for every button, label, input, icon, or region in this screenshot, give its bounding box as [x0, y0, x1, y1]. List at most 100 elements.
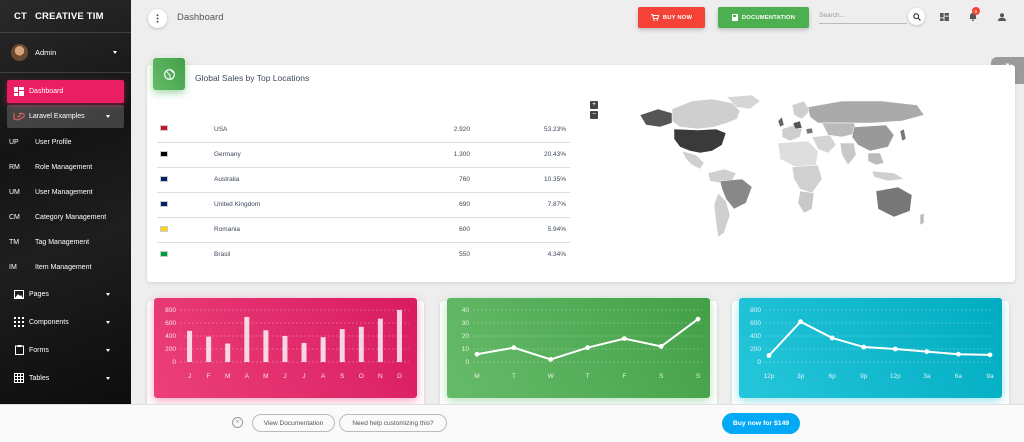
- sidebar: CT CREATIVE TIM Admin Dashboard Laravel …: [0, 0, 131, 404]
- table-row: Romania 600 5.94%: [157, 217, 570, 243]
- more-vert-icon: [156, 14, 159, 23]
- bar: [263, 330, 269, 362]
- chart-area: 0 10 20 30 40 M T W T F S S: [447, 298, 710, 398]
- sidebar-item-abbr: TM: [9, 239, 20, 246]
- logo[interactable]: CT CREATIVE TIM: [0, 0, 131, 33]
- book-icon: [731, 14, 738, 21]
- sales-cell: 550: [459, 251, 470, 259]
- sales-cell: 690: [380, 192, 470, 218]
- map-region-china: [851, 124, 895, 152]
- bar: [301, 342, 307, 362]
- dashboard-link-button[interactable]: [939, 11, 950, 22]
- caret-down-icon: [106, 320, 110, 324]
- x-tick-label: M: [474, 373, 479, 380]
- globe-icon: [163, 68, 175, 80]
- flag-icon: [160, 175, 168, 182]
- map-region-romania: [805, 127, 814, 135]
- x-tick-label: F: [622, 373, 626, 380]
- cart-icon: [650, 14, 659, 21]
- table-row: United Kingdom 690 7.87%: [157, 192, 570, 218]
- sidebar-item-label: Tables: [29, 374, 50, 382]
- logo-mini: CT: [14, 10, 28, 22]
- map-region-scandinavia: [791, 100, 811, 120]
- clipboard-icon: [7, 345, 29, 355]
- line-chart: 0 200 400 600 800 12p 3p 6p 9p 12p 3a 6a 9a: [750, 307, 994, 380]
- buy-now-button[interactable]: BUY NOW: [638, 7, 705, 28]
- logo-text: CREATIVE TIM: [35, 10, 104, 22]
- percent-cell: 4.34%: [547, 251, 566, 259]
- close-button[interactable]: ×: [232, 417, 243, 428]
- view-documentation-button[interactable]: View Documentation: [252, 414, 335, 432]
- documentation-button[interactable]: DOCUMENTATION: [718, 7, 809, 28]
- flag-icon: [160, 150, 168, 157]
- map-region-india: [839, 142, 857, 166]
- x-tick-label: T: [512, 373, 516, 380]
- map-region-south-africa: [797, 190, 815, 214]
- sidebar-item-tag-management[interactable]: TM Tag Management: [7, 230, 124, 255]
- country-cell: Romania: [214, 217, 380, 243]
- x-tick-label: S: [659, 373, 664, 380]
- y-tick-label: 0: [172, 359, 176, 366]
- percent-cell: 53.23%: [470, 117, 570, 143]
- sidebar-item-label: Tag Management: [35, 239, 90, 246]
- zoom-out-button[interactable]: −: [590, 111, 598, 119]
- table-row: Australia 760 10.35%: [157, 167, 570, 193]
- sidebar-item-category-management[interactable]: CM Category Management: [7, 205, 124, 230]
- x-tick-label: 9p: [860, 373, 868, 380]
- sidebar-item-laravel-examples[interactable]: Laravel Examples: [7, 105, 124, 128]
- x-tick-label: M: [263, 373, 268, 380]
- user-menu[interactable]: Admin: [0, 33, 131, 73]
- buy-now-promo-button[interactable]: Buy now for $149: [722, 413, 800, 434]
- sidebar-item-dashboard[interactable]: Dashboard: [7, 80, 124, 103]
- sidebar-item-pages[interactable]: Pages: [7, 280, 124, 308]
- table-row: USA 2.920 53.23%: [157, 117, 570, 143]
- sidebar-item-role-management[interactable]: RM Role Management: [7, 155, 124, 180]
- x-tick-label: 6a: [955, 373, 963, 380]
- sidebar-item-abbr: CM: [9, 214, 20, 221]
- bar: [320, 337, 326, 362]
- data-point: [548, 357, 554, 362]
- search-input[interactable]: Search...: [819, 10, 907, 24]
- flag-cell: [157, 142, 214, 168]
- sidebar-item-user-management[interactable]: UM User Management: [7, 180, 124, 205]
- y-tick-label: 600: [750, 320, 761, 327]
- daily-sales-card: 0 10 20 30 40 M T W T F S S: [440, 298, 717, 411]
- flag-cell: [157, 167, 214, 193]
- y-tick-label: 0: [757, 359, 761, 366]
- data-point: [766, 353, 772, 358]
- x-tick-label: A: [245, 373, 250, 380]
- flag-cell: [157, 117, 214, 143]
- world-map[interactable]: [632, 93, 932, 253]
- sidebar-item-components[interactable]: Components: [7, 308, 124, 336]
- card-title: Global Sales by Top Locations: [195, 73, 310, 83]
- dashboard-icon: [940, 12, 949, 21]
- buy-now-label: BUY NOW: [662, 14, 693, 21]
- sidebar-item-abbr: UP: [9, 139, 19, 146]
- avatar: [11, 44, 28, 61]
- minimize-sidebar-button[interactable]: [148, 9, 167, 28]
- flag-cell: [157, 242, 214, 267]
- help-customizing-button[interactable]: Need help customizing this?: [339, 414, 447, 432]
- percent-cell: 5.94%: [470, 217, 570, 243]
- flag-icon: [160, 225, 168, 232]
- account-button[interactable]: [996, 11, 1007, 22]
- data-point: [924, 349, 930, 354]
- search-icon: [912, 12, 921, 21]
- zoom-in-button[interactable]: +: [590, 101, 598, 109]
- percent-cell: 20.43%: [470, 142, 570, 168]
- caret-down-icon: [106, 115, 110, 118]
- sidebar-item-abbr: UM: [9, 189, 20, 196]
- sidebar-item-tables[interactable]: Tables: [7, 364, 124, 392]
- bar: [187, 330, 193, 362]
- sidebar-item-forms[interactable]: Forms: [7, 336, 124, 364]
- flag-icon: [160, 200, 168, 207]
- sidebar-item-label: Item Management: [35, 264, 92, 271]
- data-point: [956, 351, 961, 357]
- x-tick-label: 3a: [923, 373, 931, 380]
- search-button[interactable]: [908, 8, 925, 25]
- sidebar-item-user-profile[interactable]: UP User Profile: [7, 130, 124, 155]
- x-tick-label: 12p: [890, 373, 901, 380]
- sidebar-item-item-management[interactable]: IM Item Management: [7, 255, 124, 280]
- caret-down-icon: [106, 348, 110, 352]
- map-region-usa: [673, 128, 727, 154]
